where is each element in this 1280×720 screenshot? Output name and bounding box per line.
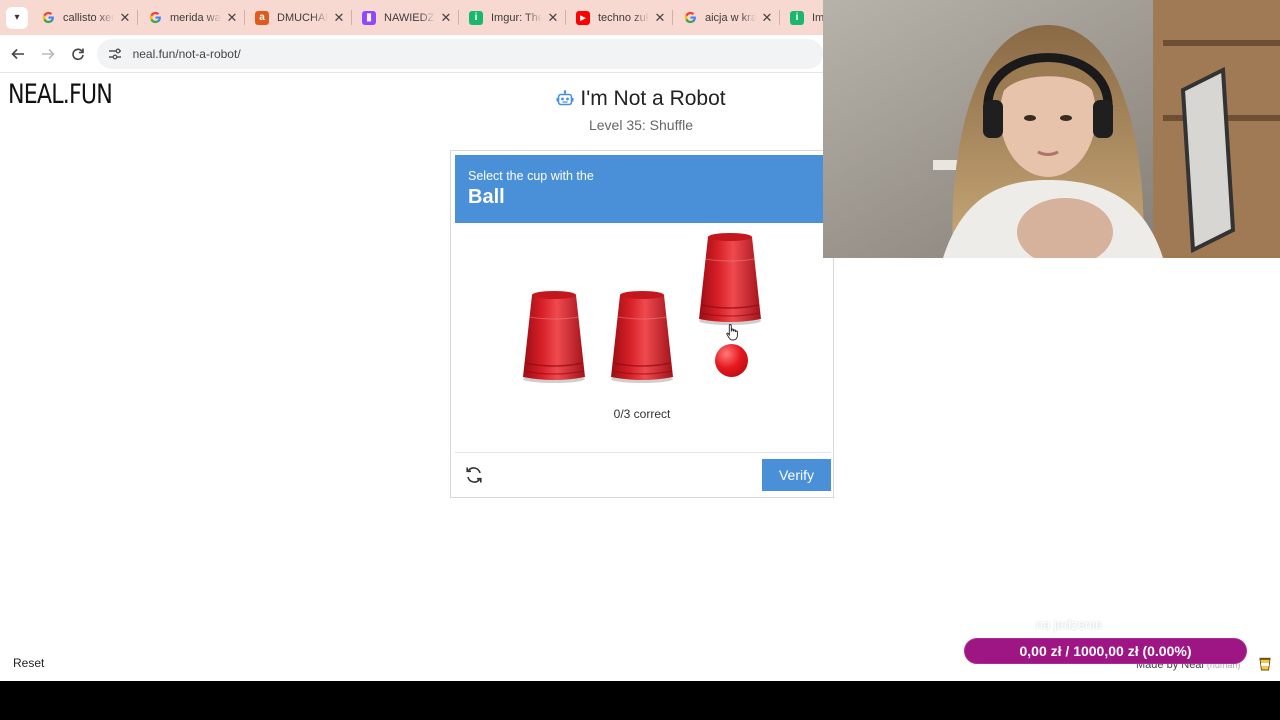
browser-tab-title: merida wal	[170, 11, 221, 24]
screen: ▾ callisto xeno ✕ merida wal ✕ a DMUCHAN ✕ ▮ NAW…	[0, 0, 1280, 720]
browser-tab-title: techno zuł	[598, 11, 649, 24]
reload-icon[interactable]	[63, 39, 93, 69]
coffee-cup-icon[interactable]	[1259, 657, 1271, 674]
game-header: I'm Not a Robot Level 35: Shuffle	[450, 87, 832, 133]
captcha-footer: Verify	[455, 452, 831, 494]
hand-pointer-cursor-icon	[726, 324, 738, 341]
site-logo[interactable]: NEAL.FUN	[8, 79, 113, 110]
site-settings-icon[interactable]	[105, 44, 125, 64]
browser-tab-title: DMUCHAN	[277, 11, 328, 24]
donation-goal-bar: 0,00 zł / 1000,00 zł (0.00%)	[964, 638, 1247, 664]
browser-tab[interactable]: i Imgur: The ✕	[459, 0, 566, 35]
browser-toolbar: neal.fun/not-a-robot/	[0, 35, 824, 73]
address-bar[interactable]: neal.fun/not-a-robot/	[96, 38, 824, 69]
tab-list: callisto xeno ✕ merida wal ✕ a DMUCHAN ✕ ▮ NAWIE…	[31, 0, 823, 35]
close-tab-icon[interactable]: ✕	[439, 10, 453, 26]
browser-tab[interactable]: i Img	[780, 0, 823, 35]
forward-arrow-icon[interactable]	[33, 39, 63, 69]
captcha-prompt-target: Ball	[468, 186, 505, 208]
close-tab-icon[interactable]: ✕	[653, 10, 667, 26]
donation-goal-caption: na jedzenie	[1035, 617, 1103, 632]
url-text: neal.fun/not-a-robot/	[132, 46, 241, 61]
donation-goal-text: 0,00 zł / 1000,00 zł (0.00%)	[1019, 643, 1192, 659]
close-tab-icon[interactable]: ✕	[760, 10, 774, 26]
youtube-icon: ▶	[576, 10, 590, 25]
a-logo-icon: a	[255, 10, 269, 25]
cup-3[interactable]	[697, 229, 763, 327]
twitch-icon: ▮	[362, 10, 376, 25]
red-ball	[715, 344, 748, 377]
close-tab-icon[interactable]: ✕	[225, 10, 239, 26]
browser-tab[interactable]: aicja w kra ✕	[673, 0, 780, 35]
black-bottom-bar	[0, 681, 1280, 720]
robot-icon	[556, 90, 574, 106]
imgur-icon: i	[469, 10, 483, 25]
cup-2[interactable]	[609, 287, 675, 385]
verify-button[interactable]: Verify	[762, 459, 831, 491]
captcha-widget: Select the cup with the Ball 0/3 correct	[450, 150, 834, 498]
back-arrow-icon[interactable]	[3, 39, 33, 69]
tab-search-chevron-down-icon[interactable]: ▾	[6, 6, 28, 29]
browser-tab[interactable]: ▮ NAWIEDZ ✕	[352, 0, 459, 35]
close-tab-icon[interactable]: ✕	[118, 10, 132, 26]
cup-1[interactable]	[521, 287, 587, 385]
webcam-feed-image	[823, 0, 1280, 258]
page-title-text: I'm Not a Robot	[580, 87, 726, 110]
google-icon	[148, 11, 162, 25]
reset-button[interactable]: Reset	[13, 656, 44, 670]
browser-tab[interactable]: callisto xeno ✕	[31, 0, 138, 35]
browser-tab-title: callisto xeno	[63, 11, 114, 24]
refresh-icon[interactable]	[462, 463, 486, 487]
browser-tab-title: Imgur: The	[491, 11, 542, 24]
browser-tab-title: NAWIEDZ	[384, 11, 435, 24]
close-tab-icon[interactable]: ✕	[332, 10, 346, 26]
imgur-icon: i	[790, 10, 804, 25]
captcha-prompt-banner: Select the cup with the Ball	[455, 155, 831, 223]
level-subtitle: Level 35: Shuffle	[588, 117, 694, 133]
browser-tab-strip: ▾ callisto xeno ✕ merida wal ✕ a DMUCHAN ✕ ▮ NAW…	[0, 0, 823, 35]
captcha-prompt-text: Select the cup with the	[468, 169, 594, 183]
browser-tab[interactable]: ▶ techno zuł ✕	[566, 0, 673, 35]
google-icon	[683, 11, 697, 25]
webcam-overlay	[823, 0, 1280, 258]
browser-tab[interactable]: merida wal ✕	[138, 0, 245, 35]
page-title: I'm Not a Robot	[556, 87, 726, 111]
browser-tab-title: aicja w kra	[705, 11, 756, 24]
browser-tab[interactable]: a DMUCHAN ✕	[245, 0, 352, 35]
score-text: 0/3 correct	[613, 407, 671, 421]
browser-tab-title: Img	[812, 11, 823, 24]
google-icon	[41, 11, 55, 25]
close-tab-icon[interactable]: ✕	[546, 10, 560, 26]
